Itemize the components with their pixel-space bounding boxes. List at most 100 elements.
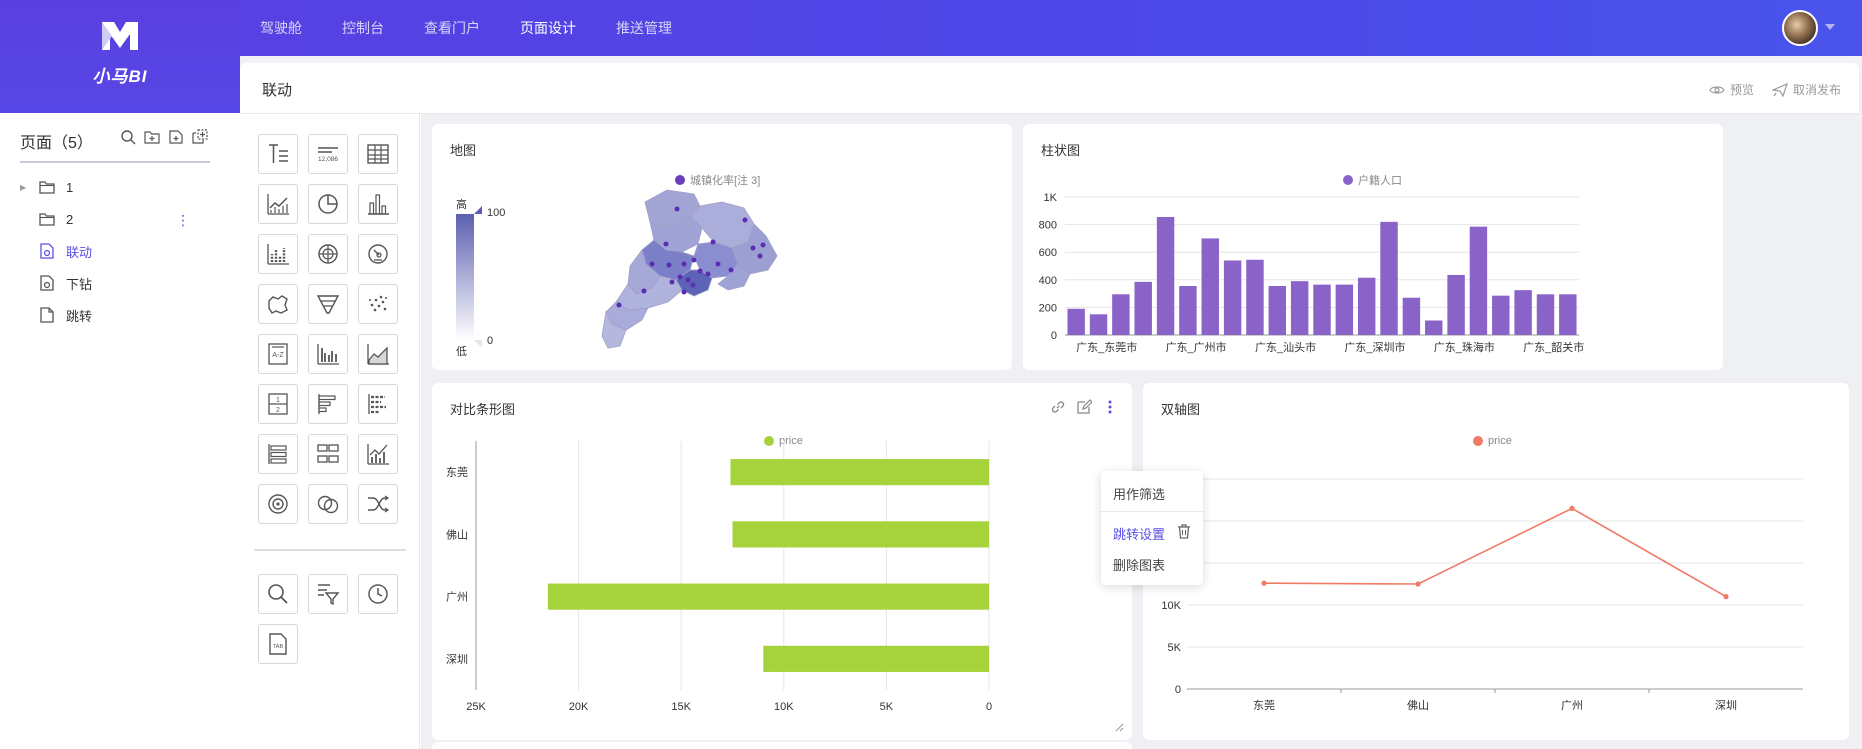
nav-push-management[interactable]: 推送管理 xyxy=(616,18,672,38)
area-chart-icon xyxy=(367,344,389,365)
svg-text:2: 2 xyxy=(276,407,280,414)
area-chart-button[interactable] xyxy=(358,334,398,374)
list-filter-button[interactable] xyxy=(308,574,348,614)
compare-bar-card[interactable]: 对比条形图 price 25K 20K 15K 10K 5K 0 东莞 佛山 广州 深圳 xyxy=(432,383,1132,740)
series-line xyxy=(1263,507,1727,598)
compare-bar-button[interactable]: 12 xyxy=(258,384,298,424)
sankey-chart-button[interactable] xyxy=(358,484,398,524)
matrix-bar-button[interactable] xyxy=(308,434,348,474)
bar xyxy=(1246,259,1264,335)
matrix-icon xyxy=(317,444,339,463)
dual-axis-button[interactable] xyxy=(358,434,398,474)
card-context-menu: 用作筛选 跳转设置 删除图表 xyxy=(1101,471,1203,585)
folder-icon xyxy=(39,181,55,194)
category-label: 东莞 xyxy=(446,466,468,479)
scale-handle-bottom[interactable] xyxy=(474,340,482,348)
y-tick-label: 5K xyxy=(1168,642,1182,654)
scale-min-label: 0 xyxy=(487,335,493,347)
bar xyxy=(1536,294,1555,335)
svg-text:1: 1 xyxy=(276,397,280,404)
chevron-down-icon[interactable] xyxy=(1825,24,1835,30)
percent-bar-button[interactable] xyxy=(258,434,298,474)
add-page-icon[interactable] xyxy=(168,129,184,145)
nav-console[interactable]: 控制台 xyxy=(342,18,384,38)
sidebar-item-1[interactable]: ▶ 1 xyxy=(20,175,220,199)
group-bar-button[interactable] xyxy=(308,334,348,374)
chart-card-partial[interactable] xyxy=(432,742,1132,749)
dual-axis-card[interactable]: 双轴图 price 0 5K 10K 东莞 佛山 广州 深圳 xyxy=(1143,383,1849,740)
nav-cockpit[interactable]: 驾驶舱 xyxy=(260,18,302,38)
kpi-component-button[interactable]: 12,086 xyxy=(308,134,348,174)
guangdong-map[interactable] xyxy=(601,189,778,349)
bar xyxy=(1559,294,1577,335)
resize-handle-icon[interactable] xyxy=(1114,722,1124,732)
sidebar-toolbar xyxy=(120,129,208,145)
sidebar-item-label: 联动 xyxy=(66,244,93,260)
clock-icon xyxy=(368,584,388,604)
nav-page-design[interactable]: 页面设计 xyxy=(520,18,576,38)
y-tick-label: 400 xyxy=(1039,275,1057,287)
stacked-bar-button[interactable] xyxy=(258,234,298,274)
category-label: 广州 xyxy=(446,591,468,604)
bar xyxy=(1089,314,1108,335)
expand-all-icon[interactable] xyxy=(192,129,208,145)
search-filter-button[interactable] xyxy=(258,574,298,614)
sidebar-item-linkage[interactable]: 联动 xyxy=(20,239,220,263)
user-avatar[interactable] xyxy=(1782,10,1818,46)
scale-handle-top[interactable] xyxy=(474,206,482,214)
sidebar-item-label: 1 xyxy=(66,179,74,195)
bar-chart-button[interactable] xyxy=(358,184,398,224)
x-tick-label: 广东_深圳市 xyxy=(1344,340,1405,354)
jump-settings-item[interactable]: 跳转设置 xyxy=(1113,524,1165,543)
funnel-chart-button[interactable] xyxy=(308,284,348,324)
sidebar-item-2[interactable]: 2 xyxy=(20,207,220,231)
pie-chart-button[interactable] xyxy=(308,184,348,224)
text-component-button[interactable] xyxy=(258,134,298,174)
folder-icon xyxy=(39,213,55,226)
ring-chart-button[interactable] xyxy=(258,484,298,524)
nav-portal[interactable]: 查看门户 xyxy=(424,18,480,38)
map-chart-card[interactable]: 地图 城镇化率[注 3] 高 100 低 0 xyxy=(432,124,1012,370)
preview-button[interactable]: 预览 xyxy=(1709,81,1754,98)
y-tick-label: 1K xyxy=(1044,192,1058,204)
bar xyxy=(1313,284,1331,335)
table-component-button[interactable] xyxy=(358,134,398,174)
stacked-hbar-button[interactable] xyxy=(358,384,398,424)
sidebar-item-drilldown[interactable]: 下钻 xyxy=(20,271,220,295)
filter-component-grid: TAB xyxy=(258,574,398,664)
eye-icon xyxy=(1709,85,1725,94)
sort-chart-button[interactable]: A-Z xyxy=(258,334,298,374)
search-icon xyxy=(268,584,288,604)
page-link-icon xyxy=(40,275,54,291)
unpublish-label: 取消发布 xyxy=(1792,83,1841,97)
bar xyxy=(1514,290,1532,335)
venn-chart-button[interactable] xyxy=(308,484,348,524)
gauge-chart-button[interactable] xyxy=(358,234,398,274)
page-link-icon xyxy=(40,243,54,259)
map-chart-button[interactable] xyxy=(258,284,298,324)
sidebar-item-jump[interactable]: 跳转 xyxy=(20,303,220,327)
more-vertical-icon[interactable]: ⋮ xyxy=(176,212,190,229)
x-tick-label: 15K xyxy=(671,701,691,713)
caret-right-icon[interactable]: ▶ xyxy=(20,183,38,192)
compare-bar-icon: 12 xyxy=(268,393,288,415)
tab-component-button[interactable]: TAB xyxy=(258,624,298,664)
delete-chart-item[interactable]: 删除图表 xyxy=(1113,555,1165,574)
unpublish-button[interactable]: 取消发布 xyxy=(1771,81,1841,98)
time-filter-button[interactable] xyxy=(358,574,398,614)
bar xyxy=(1447,274,1465,335)
radar-icon xyxy=(318,244,338,264)
search-icon[interactable] xyxy=(120,129,136,145)
use-as-filter-item[interactable]: 用作筛选 xyxy=(1113,484,1165,503)
horizontal-bar-button[interactable] xyxy=(308,384,348,424)
y-tick-label: 800 xyxy=(1039,220,1057,232)
radar-chart-button[interactable] xyxy=(308,234,348,274)
bar-chart-card[interactable]: 柱状图 户籍人口 0 200 400 600 800 1K 广东_东莞市 广东_广州市 广东_汕… xyxy=(1023,124,1723,370)
trash-icon[interactable] xyxy=(1177,523,1191,539)
add-folder-icon[interactable] xyxy=(144,129,160,145)
component-palette: 12,086 A-Z 12 TAB xyxy=(240,114,420,749)
bar xyxy=(1268,286,1287,335)
scatter-chart-button[interactable] xyxy=(358,284,398,324)
bar xyxy=(547,583,989,610)
line-chart-button[interactable] xyxy=(258,184,298,224)
